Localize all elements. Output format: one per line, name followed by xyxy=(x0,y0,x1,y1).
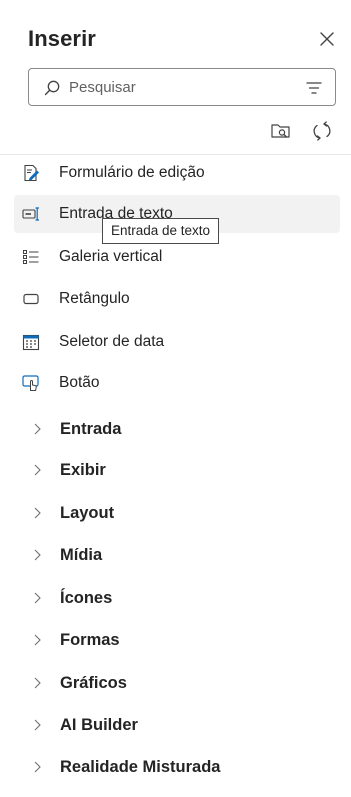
category-icones[interactable]: Ícones xyxy=(14,579,340,619)
category-layout[interactable]: Layout xyxy=(14,494,340,534)
category-label: Formas xyxy=(60,631,120,649)
category-label: Ícones xyxy=(60,589,113,607)
calendar-icon xyxy=(22,334,40,351)
chevron-right-icon xyxy=(34,677,41,689)
item-label: Botão xyxy=(59,374,100,391)
category-graficos[interactable]: Gráficos xyxy=(14,664,340,704)
chevron-right-icon xyxy=(34,423,41,435)
item-label: Seletor de data xyxy=(59,333,165,350)
category-formas[interactable]: Formas xyxy=(14,621,340,661)
item-date-picker[interactable]: Seletor de data xyxy=(14,323,340,361)
category-label: Gráficos xyxy=(60,674,127,692)
chevron-right-icon xyxy=(34,761,41,773)
category-ai-builder[interactable]: AI Builder xyxy=(14,706,340,746)
search-icon xyxy=(44,80,60,96)
item-label: Retângulo xyxy=(59,290,130,307)
category-label: Mídia xyxy=(60,546,103,564)
folder-search-icon[interactable] xyxy=(270,120,292,142)
tooltip: Entrada de texto xyxy=(102,218,220,244)
category-label: Entrada xyxy=(60,420,122,438)
toolbar xyxy=(270,118,338,144)
chevron-right-icon xyxy=(34,592,41,604)
panel-title: Inserir xyxy=(28,26,96,51)
panel-header: Inserir xyxy=(28,24,338,58)
category-label: Exibir xyxy=(60,461,106,479)
category-exibir[interactable]: Exibir xyxy=(14,451,340,491)
chevron-right-icon xyxy=(34,507,41,519)
category-label: Realidade Misturada xyxy=(60,758,221,776)
chevron-right-icon xyxy=(34,464,41,476)
item-label: Galeria vertical xyxy=(59,248,163,265)
search-input[interactable]: Pesquisar xyxy=(28,68,336,106)
rectangle-icon xyxy=(23,293,39,305)
vertical-gallery-icon xyxy=(23,250,39,264)
chevron-right-icon xyxy=(34,634,41,646)
category-midia[interactable]: Mídia xyxy=(14,536,340,576)
category-entrada[interactable]: Entrada xyxy=(14,410,340,450)
edit-form-icon xyxy=(24,164,39,182)
item-edit-form[interactable]: Formulário de edição xyxy=(14,154,340,192)
item-rectangle[interactable]: Retângulo xyxy=(14,280,340,318)
search-placeholder: Pesquisar xyxy=(69,79,136,96)
category-realidade-misturada[interactable]: Realidade Misturada xyxy=(14,748,340,788)
category-label: Layout xyxy=(60,504,115,522)
item-label: Formulário de edição xyxy=(59,164,205,181)
chevron-right-icon xyxy=(34,549,41,561)
insert-panel: Inserir Pesquisar Formulário de edição E… xyxy=(0,0,351,797)
filter-icon[interactable] xyxy=(305,79,323,97)
close-icon[interactable] xyxy=(316,28,338,50)
chevron-right-icon xyxy=(34,719,41,731)
refresh-icon[interactable] xyxy=(310,119,334,143)
category-label: AI Builder xyxy=(60,716,138,734)
button-icon xyxy=(22,375,39,391)
item-button[interactable]: Botão xyxy=(14,364,340,402)
text-input-icon xyxy=(22,207,39,221)
